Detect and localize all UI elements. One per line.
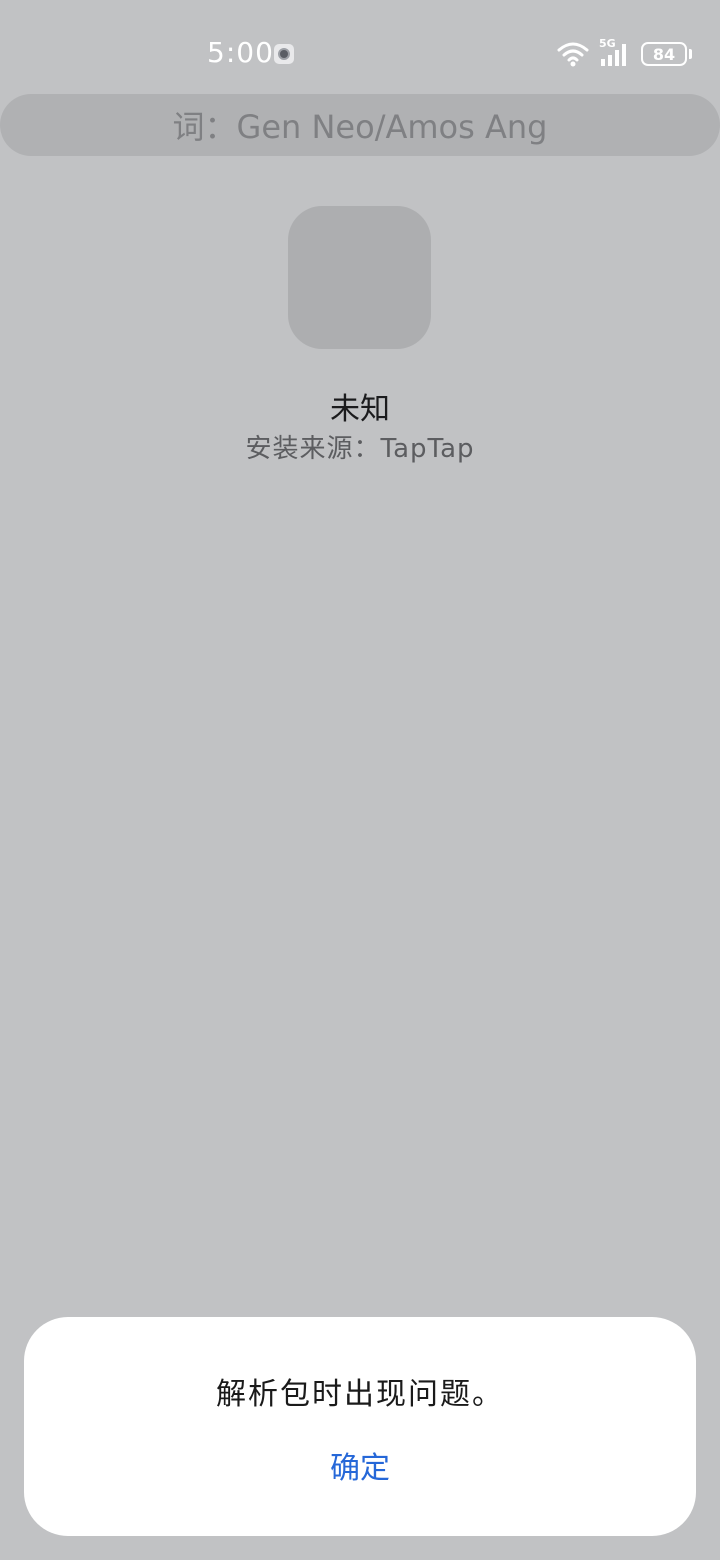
status-time: 5:00 xyxy=(207,36,274,69)
dialog-message: 解析包时出现问题。 xyxy=(216,1377,504,1412)
battery-icon: 84 xyxy=(641,42,687,66)
wifi-icon xyxy=(557,41,589,67)
install-source: 安装来源：TapTap xyxy=(245,434,475,464)
status-bar: 5:00 5G 84 xyxy=(0,0,720,90)
app-name: 未知 xyxy=(330,392,390,427)
error-dialog: 解析包时出现问题。 确定 xyxy=(24,1317,696,1536)
status-indicators: 5G 84 xyxy=(557,37,692,70)
app-icon-placeholder xyxy=(288,206,431,349)
network-type-label: 5G xyxy=(599,37,616,50)
battery-cap xyxy=(689,49,692,59)
lyric-banner: 词：Gen Neo/Amos Ang xyxy=(0,94,720,156)
confirm-button[interactable]: 确定 xyxy=(300,1435,420,1495)
camera-notification-icon xyxy=(274,44,294,64)
lyric-text: 词：Gen Neo/Amos Ang xyxy=(172,108,548,146)
signal-icon: 5G xyxy=(599,37,631,67)
battery-level: 84 xyxy=(652,44,676,64)
